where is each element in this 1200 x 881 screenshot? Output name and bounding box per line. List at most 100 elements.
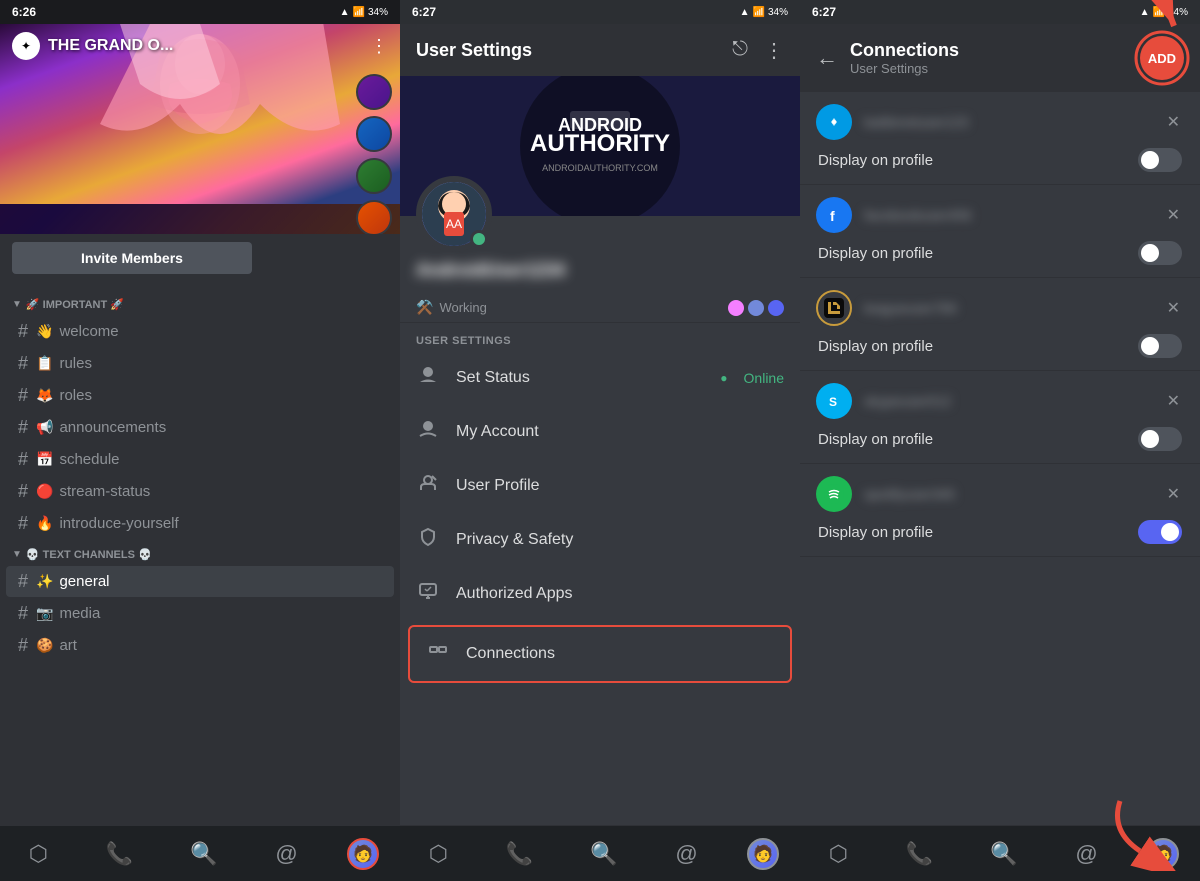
section-arrow: ▼	[12, 549, 22, 560]
server-banner: ✦ THE GRAND O... ⋮	[0, 24, 400, 234]
status-bar-1: 6:26 ▲ 📶 34%	[0, 0, 400, 24]
discord-nav-icon[interactable]: ⬡	[21, 833, 56, 875]
battlenet-display-toggle[interactable]	[1138, 148, 1182, 172]
spotify-icon	[816, 476, 852, 512]
profile-nav-avatar[interactable]: 🧑	[1147, 838, 1179, 870]
add-connection-button[interactable]: ADD	[1140, 36, 1184, 80]
settings-my-account[interactable]: My Account	[400, 405, 800, 459]
facebook-remove-button[interactable]: ✕	[1163, 201, 1184, 229]
bottom-nav-3: ⬡ 📞 🔍 @ 🧑	[800, 825, 1200, 881]
mention-nav-icon[interactable]: @	[667, 833, 705, 875]
channel-hash-icon: #	[18, 321, 28, 342]
page-title: User Settings	[416, 40, 532, 61]
profile-nav-avatar[interactable]: 🧑	[347, 838, 379, 870]
channel-name: rules	[59, 355, 92, 372]
channel-emoji: 📋	[36, 355, 53, 372]
channel-stream-status[interactable]: # 🔴 stream-status	[6, 476, 394, 507]
status-value: Online	[744, 370, 784, 386]
connections-topbar: ← Connections User Settings ADD	[800, 24, 1200, 92]
privacy-safety-icon	[416, 527, 440, 553]
section-important[interactable]: ▼ 🚀 IMPORTANT 🚀	[0, 290, 400, 315]
connection-league: leagueuser789 ✕ Display on profile	[800, 278, 1200, 371]
bottom-nav-2: ⬡ 📞 🔍 @ 🧑	[400, 825, 800, 881]
skype-display-toggle[interactable]	[1138, 427, 1182, 451]
connections-list: battlenetuser123 ✕ Display on profile f …	[800, 92, 1200, 825]
authorized-apps-icon	[416, 581, 440, 607]
channel-welcome[interactable]: # 👋 welcome	[6, 316, 394, 347]
channel-hash-icon: #	[18, 481, 28, 502]
channel-name: roles	[59, 387, 92, 404]
invite-members-button[interactable]: Invite Members	[12, 242, 252, 274]
signal-icon: ▲	[340, 7, 350, 18]
my-account-icon	[416, 419, 440, 445]
settings-section-label: USER SETTINGS	[400, 323, 800, 351]
back-button[interactable]: ←	[816, 45, 838, 71]
time-1: 6:26	[12, 5, 36, 19]
phone-nav-icon[interactable]: 📞	[97, 833, 140, 875]
status-emoji: ⚒️	[416, 299, 433, 316]
facebook-display-toggle[interactable]	[1138, 241, 1182, 265]
section-text-channels[interactable]: ▼ 💀 TEXT CHANNELS 💀	[0, 540, 400, 565]
section-arrow: ▼	[12, 299, 22, 310]
status-bar-3: 6:27 ▲ 📶 34%	[800, 0, 1200, 24]
channel-media[interactable]: # 📷 media	[6, 598, 394, 629]
connections-title: Connections	[850, 40, 1128, 61]
member-avatar	[356, 200, 392, 234]
my-account-label: My Account	[456, 423, 784, 441]
channel-emoji: 📷	[36, 605, 53, 622]
invite-btn-row: Invite Members	[0, 234, 400, 282]
channel-schedule[interactable]: # 📅 schedule	[6, 444, 394, 475]
channel-introduce-yourself[interactable]: # 🔥 introduce-yourself	[6, 508, 394, 539]
mention-nav-icon[interactable]: @	[1067, 833, 1105, 875]
skype-display-label: Display on profile	[818, 431, 933, 448]
connection-row-facebook: f facebookuser456 ✕	[816, 197, 1184, 233]
battery-icon: 34%	[368, 7, 388, 18]
more-options-icon[interactable]: ⋮	[764, 38, 784, 63]
battery-icon: 34%	[768, 7, 788, 18]
channel-hash-icon: #	[18, 571, 28, 592]
phone-nav-icon[interactable]: 📞	[497, 833, 540, 875]
settings-user-profile[interactable]: User Profile	[400, 459, 800, 513]
panel-connections: 6:27 ▲ 📶 34% ← Connections User Settings…	[800, 0, 1200, 881]
search-nav-icon[interactable]: 🔍	[182, 833, 225, 875]
channel-art[interactable]: # 🍪 art	[6, 630, 394, 661]
phone-nav-icon[interactable]: 📞	[897, 833, 940, 875]
battery-icon: 34%	[1168, 7, 1188, 18]
league-display-toggle[interactable]	[1138, 334, 1182, 358]
league-remove-button[interactable]: ✕	[1163, 294, 1184, 322]
mention-nav-icon[interactable]: @	[267, 833, 305, 875]
spotify-display-label: Display on profile	[818, 524, 933, 541]
search-nav-icon[interactable]: 🔍	[982, 833, 1025, 875]
channel-name: schedule	[59, 451, 119, 468]
bottom-nav-1: ⬡ 📞 🔍 @ 🧑	[0, 825, 400, 881]
channel-general[interactable]: # ✨ general	[6, 566, 394, 597]
skype-remove-button[interactable]: ✕	[1163, 387, 1184, 415]
server-name-row: ✦ THE GRAND O...	[12, 32, 173, 60]
channel-rules[interactable]: # 📋 rules	[6, 348, 394, 379]
settings-connections[interactable]: Connections	[408, 625, 792, 683]
connection-battlenet: battlenetuser123 ✕ Display on profile	[800, 92, 1200, 185]
wifi-icon: 📶	[1153, 7, 1165, 18]
spotify-remove-button[interactable]: ✕	[1163, 480, 1184, 508]
channel-emoji: 👋	[36, 323, 53, 340]
discord-nav-icon[interactable]: ⬡	[821, 833, 856, 875]
channel-announcements[interactable]: # 📢 announcements	[6, 412, 394, 443]
discord-nav-icon[interactable]: ⬡	[421, 833, 456, 875]
settings-privacy-safety[interactable]: Privacy & Safety	[400, 513, 800, 567]
settings-authorized-apps[interactable]: Authorized Apps	[400, 567, 800, 621]
battlenet-remove-button[interactable]: ✕	[1163, 108, 1184, 136]
panel-server-list: 6:26 ▲ 📶 34% ✦ THE GRAND O..	[0, 0, 400, 881]
battlenet-display-row: Display on profile	[816, 148, 1184, 172]
profile-nav-avatar[interactable]: 🧑	[747, 838, 779, 870]
spotify-display-toggle[interactable]	[1138, 520, 1182, 544]
settings-set-status[interactable]: Set Status ● Online	[400, 351, 800, 405]
channel-list: ▼ 🚀 IMPORTANT 🚀 # 👋 welcome # 📋 rules # …	[0, 282, 400, 825]
channel-hash-icon: #	[18, 353, 28, 374]
battlenet-display-label: Display on profile	[818, 152, 933, 169]
league-username: leagueuser789	[864, 300, 1151, 316]
exit-icon[interactable]: ⎋	[732, 38, 748, 63]
more-icon[interactable]: ⋮	[370, 36, 388, 57]
channel-roles[interactable]: # 🦊 roles	[6, 380, 394, 411]
search-nav-icon[interactable]: 🔍	[582, 833, 625, 875]
connection-spotify: spotifyuser345 ✕ Display on profile	[800, 464, 1200, 557]
